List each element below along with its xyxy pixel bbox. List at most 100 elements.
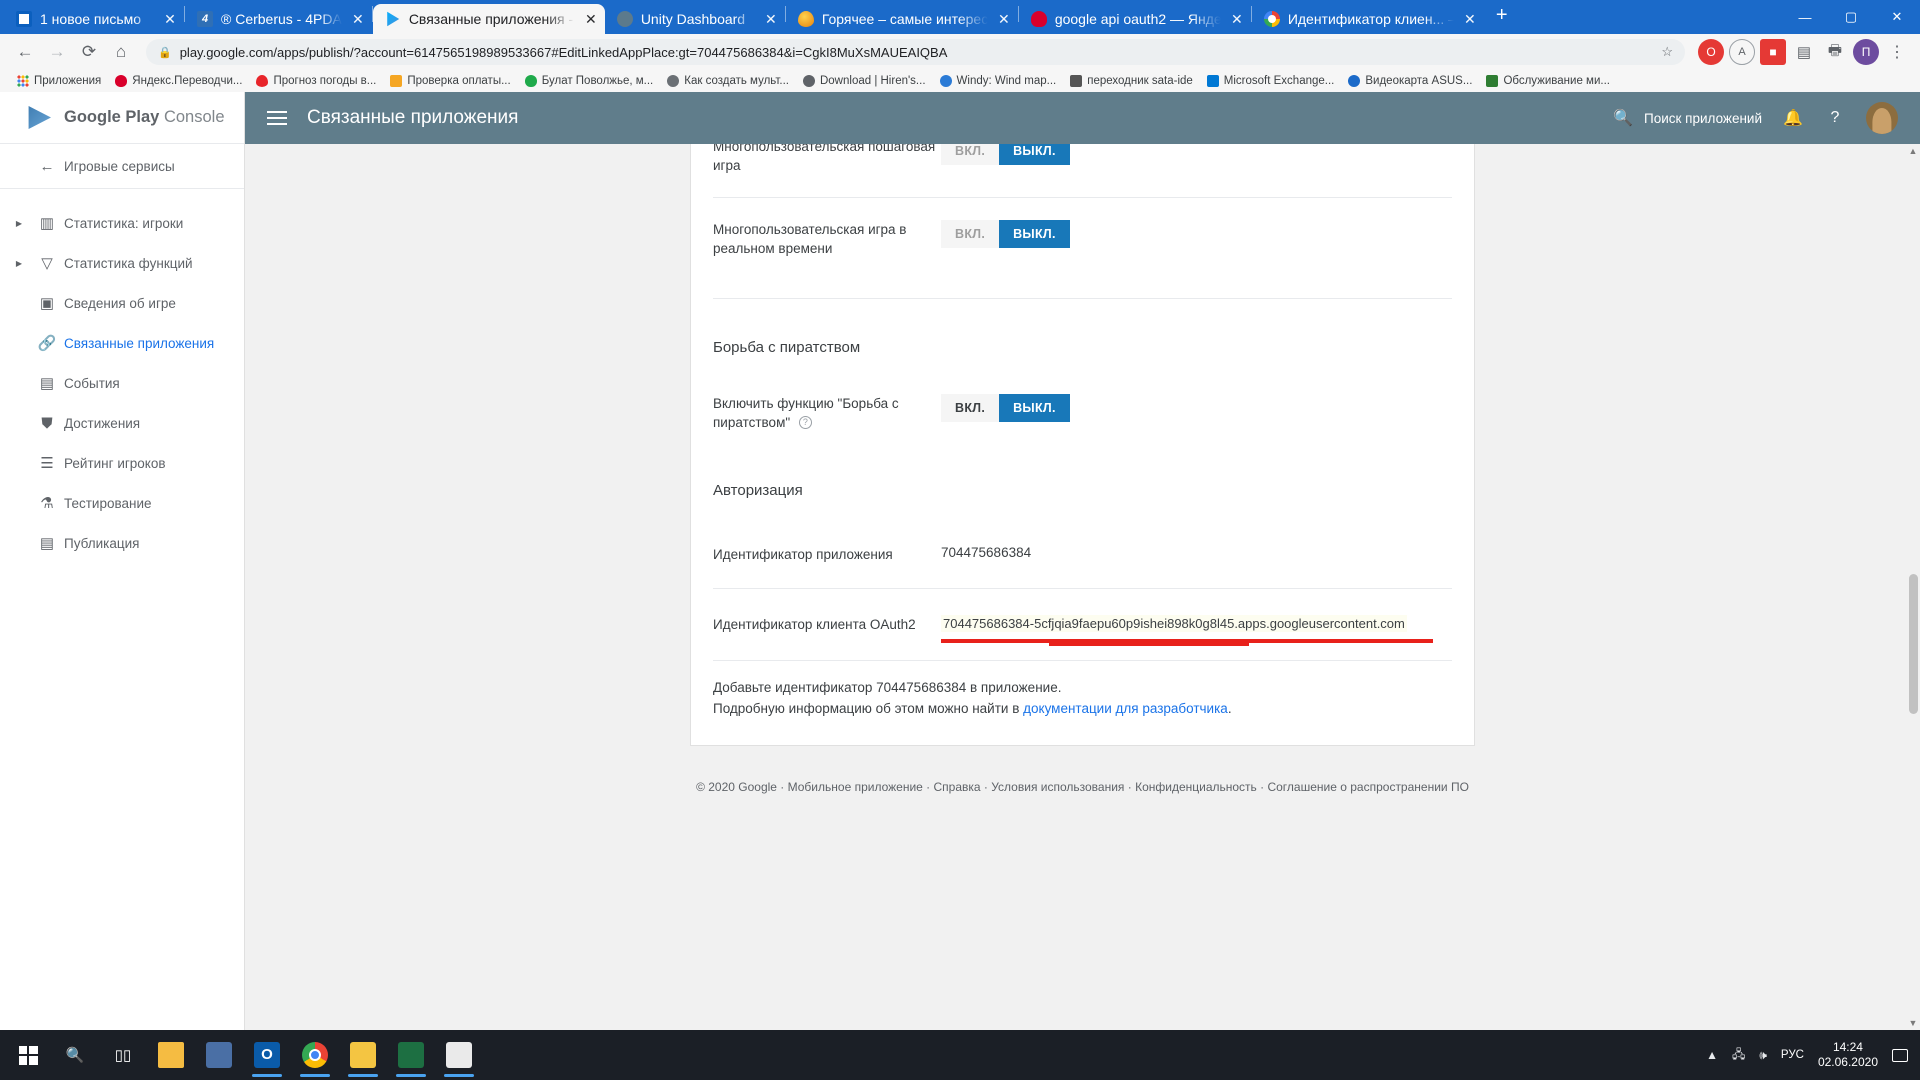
bookmark-item[interactable]: Windy: Wind map... <box>933 73 1064 89</box>
bar-chart-icon: ▥ <box>39 215 55 232</box>
volume-icon[interactable]: 🕪 <box>1759 1048 1767 1063</box>
extension-icon[interactable]: ▤ <box>1791 39 1817 65</box>
sidebar-item-events[interactable]: ▤ События <box>0 363 244 403</box>
notepad-icon[interactable] <box>340 1032 386 1078</box>
new-tab-button[interactable]: + <box>1484 4 1520 31</box>
scroll-up-arrow-icon[interactable]: ▲ <box>1907 146 1919 156</box>
opera-vpn-icon[interactable]: O <box>1698 39 1724 65</box>
forward-icon[interactable]: → <box>42 37 72 67</box>
developer-docs-link[interactable]: документации для разработчика <box>1023 701 1228 716</box>
bookmark-item[interactable]: Прогноз погоды в... <box>249 73 383 89</box>
task-view-icon[interactable]: ▯▯ <box>100 1032 146 1078</box>
sidebar-item-publishing[interactable]: ▤ Публикация <box>0 523 244 563</box>
tray-chevron-icon[interactable]: ▲ <box>1706 1048 1718 1062</box>
bookmark-label: Проверка оплаты... <box>407 75 511 87</box>
brand-logo-row[interactable]: Google Play Console <box>0 92 244 144</box>
oauth-client-id-value[interactable]: 704475686384-5cfjqia9faepu60p9ishei898k0… <box>941 615 1407 632</box>
close-icon[interactable]: ✕ <box>583 11 599 28</box>
bookmark-label: Видеокарта ASUS... <box>1365 75 1473 87</box>
expand-chevron-icon[interactable]: ▶ <box>8 219 30 228</box>
file-explorer-icon[interactable] <box>148 1032 194 1078</box>
bookmark-item[interactable]: Яндекс.Переводчи... <box>108 73 249 89</box>
notifications-icon[interactable]: 🔔 <box>1782 107 1804 129</box>
windows-start-icon[interactable] <box>6 1032 50 1078</box>
close-icon[interactable]: ✕ <box>1462 11 1478 28</box>
sidebar-item-label: Статистика: игроки <box>64 215 184 231</box>
chrome-icon[interactable] <box>292 1032 338 1078</box>
close-icon[interactable]: ✕ <box>763 11 779 28</box>
print-icon[interactable]: 🖶 <box>1822 39 1848 65</box>
sidebar-item-linked-apps[interactable]: 🔗 Связанные приложения <box>0 323 244 363</box>
sidebar-item-feature-stats[interactable]: ▶ ▽ Статистика функций <box>0 243 244 283</box>
toggle-off-option[interactable]: ВЫКЛ. <box>999 394 1070 422</box>
bookmark-item[interactable]: Видеокарта ASUS... <box>1341 73 1479 89</box>
browser-tab[interactable]: Unity Dashboard ✕ <box>605 4 785 34</box>
back-icon[interactable]: ← <box>10 37 40 67</box>
minimize-button[interactable]: — <box>1782 0 1828 34</box>
excel-icon[interactable] <box>388 1032 434 1078</box>
sidebar-item-player-stats[interactable]: ▶ ▥ Статистика: игроки <box>0 203 244 243</box>
close-icon[interactable]: ✕ <box>162 11 178 28</box>
reload-icon[interactable]: ⟳ <box>74 37 104 67</box>
bookmark-item[interactable]: Download | Hiren's... <box>796 73 933 89</box>
realtime-multiplayer-toggle[interactable]: ВКЛ. ВЫКЛ. <box>941 220 1070 248</box>
anti-piracy-toggle[interactable]: ВКЛ. ВЫКЛ. <box>941 394 1070 422</box>
toggle-on-option[interactable]: ВКЛ. <box>941 220 1000 248</box>
maximize-button[interactable]: ▢ <box>1828 0 1874 34</box>
bookmark-star-icon[interactable]: ☆ <box>1661 44 1673 60</box>
bookmark-item[interactable]: переходник sata-ide <box>1063 73 1200 89</box>
close-icon[interactable]: ✕ <box>1229 11 1245 28</box>
sidebar-item-game-details[interactable]: ▣ Сведения об игре <box>0 283 244 323</box>
sidebar-item-back[interactable]: ← Игровые сервисы <box>0 144 244 189</box>
bookmark-item[interactable]: Microsoft Exchange... <box>1200 73 1342 89</box>
adblock-icon[interactable]: A <box>1729 39 1755 65</box>
language-indicator[interactable]: РУС <box>1781 1049 1804 1061</box>
page-scrollbar[interactable]: ▲ ▼ <box>1906 144 1920 1030</box>
bookmark-item[interactable]: Как создать мульт... <box>660 73 796 89</box>
browser-tab[interactable]: Идентификатор клиен... – API и ✕ <box>1252 4 1484 34</box>
notification-center-icon[interactable] <box>1892 1048 1908 1062</box>
turn-based-multiplayer-toggle[interactable]: ВКЛ. ВЫКЛ. <box>941 144 1070 165</box>
home-icon[interactable]: ⌂ <box>106 37 136 67</box>
browser-tab[interactable]: 4 ® Cerberus - 4PDA ✕ <box>185 4 372 34</box>
scrollbar-thumb[interactable] <box>1909 574 1918 714</box>
avatar[interactable] <box>1866 102 1898 134</box>
close-window-button[interactable]: ✕ <box>1874 0 1920 34</box>
chrome-menu-icon[interactable]: ⋮ <box>1884 39 1910 65</box>
profile-avatar-icon[interactable]: П <box>1853 39 1879 65</box>
outlook-icon[interactable]: O <box>244 1032 290 1078</box>
browser-tab[interactable]: Горячее – самые интересные и ✕ <box>786 4 1018 34</box>
browser-tab[interactable]: 1 новое письмо ✕ <box>4 4 184 34</box>
bookmark-item[interactable]: Проверка оплаты... <box>383 73 517 89</box>
window-controls: — ▢ ✕ <box>1782 0 1920 34</box>
search-apps-button[interactable]: 🔍 Поиск приложений <box>1612 107 1762 129</box>
toggle-off-option[interactable]: ВЫКЛ. <box>999 220 1070 248</box>
bookmark-item[interactable]: Приложения <box>10 73 108 89</box>
hamburger-icon[interactable] <box>267 111 287 125</box>
toggle-on-option[interactable]: ВКЛ. <box>941 144 1000 165</box>
publish-icon: ▤ <box>39 535 55 552</box>
bookmark-item[interactable]: Обслуживание ми... <box>1479 73 1617 89</box>
clock[interactable]: 14:24 02.06.2020 <box>1818 1040 1878 1070</box>
help-circle-icon[interactable]: ? <box>798 416 812 429</box>
files-icon[interactable] <box>196 1032 242 1078</box>
photos-icon[interactable] <box>436 1032 482 1078</box>
browser-tab[interactable]: google api oauth2 — Яндекс: на ✕ <box>1019 4 1251 34</box>
bookmark-item[interactable]: Булат Поволжье, м... <box>518 73 661 89</box>
help-icon[interactable]: ? <box>1824 107 1846 129</box>
close-icon[interactable]: ✕ <box>350 11 366 28</box>
toggle-on-option[interactable]: ВКЛ. <box>941 394 1000 422</box>
scroll-down-arrow-icon[interactable]: ▼ <box>1907 1018 1919 1028</box>
url-input[interactable]: 🔒 play.google.com/apps/publish/?account=… <box>146 39 1685 65</box>
expand-chevron-icon[interactable]: ▶ <box>8 259 30 268</box>
network-icon[interactable]: 🖧 <box>1732 1045 1745 1066</box>
sidebar-item-testing[interactable]: ⚗ Тестирование <box>0 483 244 523</box>
search-icon[interactable]: 🔍 <box>52 1032 98 1078</box>
sidebar-item-achievements[interactable]: ⛊ Достижения <box>0 403 244 443</box>
browser-tab-active[interactable]: Связанные приложения - Nimb ✕ <box>372 4 605 34</box>
yandex-translate-icon <box>115 75 128 87</box>
shield-icon[interactable]: ■ <box>1760 39 1786 65</box>
toggle-off-option[interactable]: ВЫКЛ. <box>999 144 1070 165</box>
sidebar-item-leaderboards[interactable]: ☰ Рейтинг игроков <box>0 443 244 483</box>
close-icon[interactable]: ✕ <box>996 11 1012 28</box>
